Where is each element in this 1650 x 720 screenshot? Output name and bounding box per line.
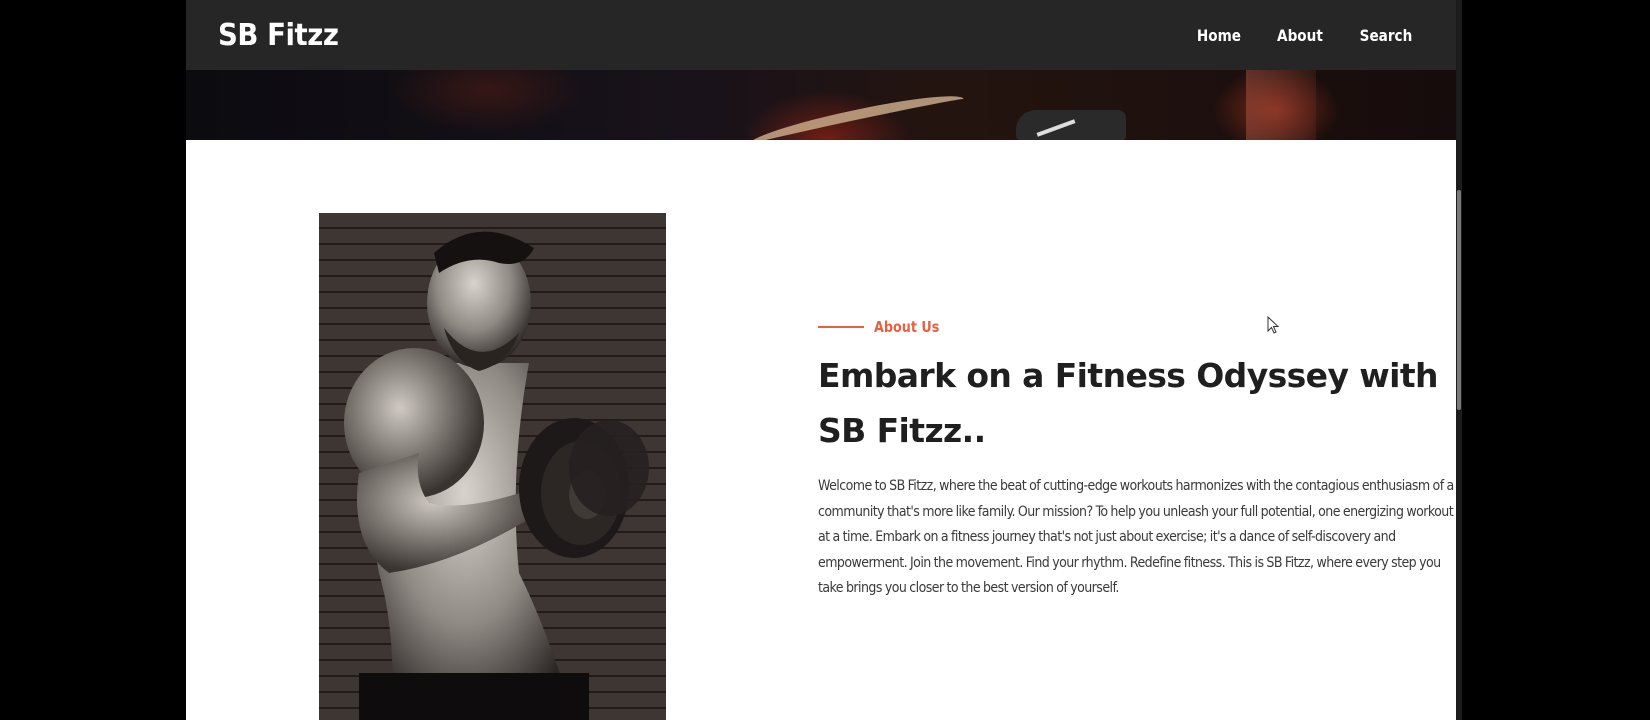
nav-link-about[interactable]: About bbox=[1277, 26, 1323, 45]
brand-logo[interactable]: SB Fitzz bbox=[218, 18, 339, 53]
about-label-row: About Us bbox=[818, 318, 951, 336]
about-paragraph: Welcome to SB Fitzz, where the beat of c… bbox=[818, 478, 1454, 597]
nav-links: Home About Search bbox=[1193, 26, 1417, 45]
sneaker bbox=[1016, 110, 1126, 140]
navbar: SB Fitzz Home About Search bbox=[186, 0, 1462, 70]
scrollbar-thumb[interactable] bbox=[1457, 190, 1461, 410]
bodybuilder-photo bbox=[319, 213, 666, 720]
mouse-pointer-icon bbox=[1267, 316, 1279, 334]
about-label: About Us bbox=[874, 318, 940, 336]
bodybuilder-figure bbox=[344, 231, 649, 720]
scrollbar[interactable] bbox=[1456, 0, 1462, 720]
athlete-legs bbox=[1246, 70, 1316, 140]
about-label-line bbox=[818, 326, 864, 328]
about-heading: Embark on a Fitness Odyssey with SB Fitz… bbox=[818, 356, 1439, 450]
nav-link-home[interactable]: Home bbox=[1197, 26, 1241, 45]
hero-image-strip bbox=[186, 70, 1456, 140]
battle-rope bbox=[745, 87, 967, 140]
nav-link-search[interactable]: Search bbox=[1360, 26, 1413, 45]
browser-viewport: SB Fitzz Home About Search About Us Emba… bbox=[186, 0, 1462, 720]
